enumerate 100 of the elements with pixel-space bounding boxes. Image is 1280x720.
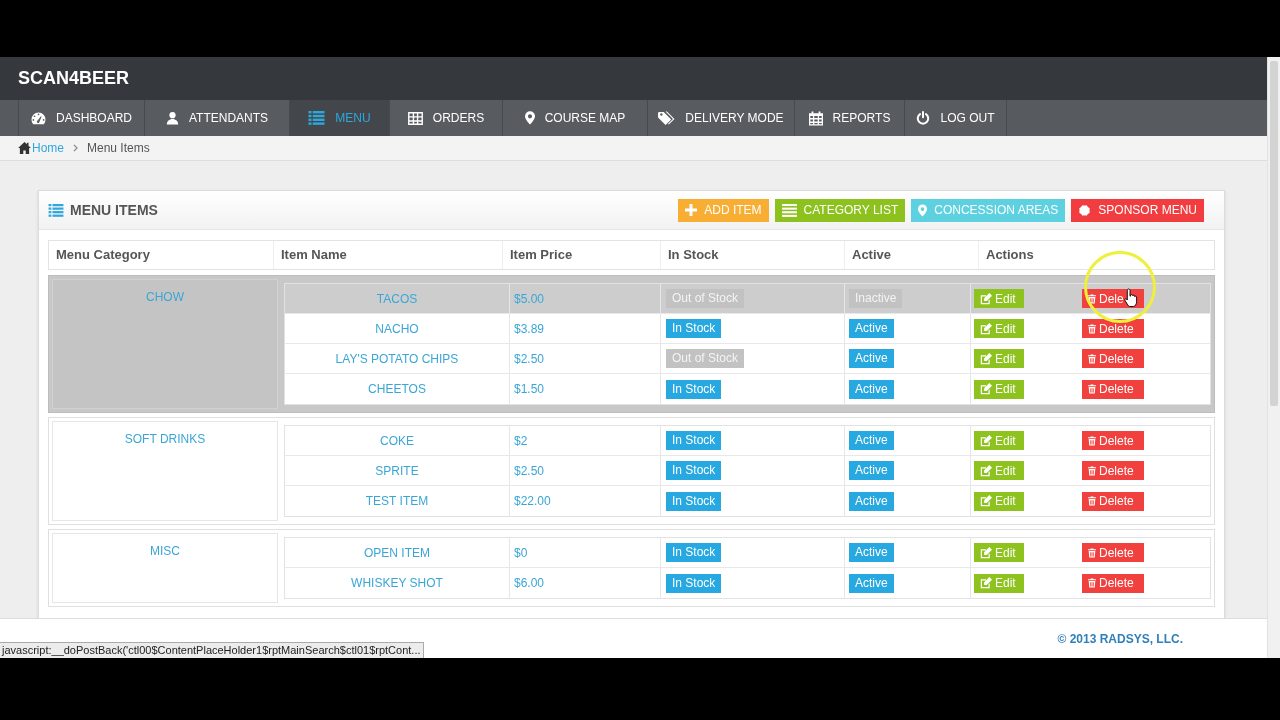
tags-icon bbox=[658, 110, 676, 126]
calendar-icon bbox=[808, 110, 823, 126]
edit-button[interactable]: Edit bbox=[974, 543, 1024, 562]
plus-icon bbox=[685, 204, 698, 216]
item-name-cell: TACOS bbox=[285, 284, 510, 313]
item-price-cell: $6.00 bbox=[510, 568, 661, 598]
edit-button[interactable]: Edit bbox=[974, 573, 1024, 593]
speedometer-icon bbox=[31, 111, 46, 125]
edit-button[interactable]: Edit bbox=[974, 461, 1024, 480]
column-header: Item Price bbox=[503, 241, 661, 269]
edit-icon bbox=[980, 577, 992, 589]
power-icon bbox=[916, 111, 931, 125]
edit-button[interactable]: Edit bbox=[974, 379, 1024, 399]
edit-icon bbox=[980, 352, 992, 365]
category-cell: CHOW bbox=[52, 279, 278, 409]
scrollbar-thumb[interactable] bbox=[1270, 61, 1278, 406]
edit-icon bbox=[980, 292, 992, 305]
column-header: Menu Category bbox=[49, 241, 274, 269]
panel-title: MENU ITEMS bbox=[70, 200, 158, 220]
category-cell: MISC bbox=[52, 533, 278, 603]
item-price-cell: $5.00 bbox=[510, 284, 661, 313]
item-price-cell: $22.00 bbox=[510, 486, 661, 516]
delete-button[interactable]: Delete bbox=[1082, 431, 1144, 450]
category-list-button[interactable]: CATEGORY LIST bbox=[774, 198, 906, 222]
map-marker-icon bbox=[918, 203, 928, 217]
column-header: Active bbox=[845, 241, 979, 269]
item-name-cell: TEST ITEM bbox=[285, 486, 510, 516]
edit-button[interactable]: Edit bbox=[974, 491, 1024, 511]
edit-icon bbox=[980, 434, 992, 447]
delete-button[interactable]: Delete bbox=[1082, 573, 1144, 593]
active-status-badge: Active bbox=[849, 543, 894, 562]
delete-button[interactable]: Delete bbox=[1082, 379, 1144, 399]
nav-tab[interactable]: MENU bbox=[290, 100, 390, 136]
stock-status-badge: In Stock bbox=[666, 491, 722, 511]
active-status-badge: Active bbox=[849, 431, 894, 450]
trash-icon bbox=[1088, 435, 1096, 446]
breadcrumb-current: Menu Items bbox=[87, 140, 150, 157]
item-name-cell: LAY'S POTATO CHIPS bbox=[285, 344, 510, 373]
rosette-icon bbox=[1078, 203, 1092, 217]
trash-icon bbox=[1088, 353, 1096, 364]
column-header: In Stock bbox=[661, 241, 845, 269]
table-grid-icon bbox=[407, 111, 423, 125]
hand-cursor-icon bbox=[1124, 288, 1139, 307]
stock-status-badge: In Stock bbox=[666, 543, 722, 562]
item-name-cell: NACHO bbox=[285, 314, 510, 343]
edit-icon bbox=[980, 322, 992, 335]
item-name-cell: COKE bbox=[285, 426, 510, 455]
active-status-badge: Active bbox=[849, 573, 894, 593]
app-title: SCAN4BEER bbox=[18, 67, 130, 90]
stock-status-badge: In Stock bbox=[666, 319, 722, 338]
sponsor-menu-button[interactable]: SPONSOR MENU bbox=[1071, 198, 1204, 222]
active-status-badge: Active bbox=[849, 349, 894, 368]
category-cell: SOFT DRINKS bbox=[52, 421, 278, 521]
item-price-cell: $2.50 bbox=[510, 344, 661, 373]
edit-icon bbox=[980, 546, 992, 559]
column-header: Actions bbox=[985, 246, 1035, 265]
active-status-badge: Active bbox=[849, 319, 894, 338]
home-link[interactable]: Home bbox=[18, 139, 64, 157]
map-marker-icon bbox=[524, 111, 535, 125]
trash-icon bbox=[1088, 578, 1096, 588]
item-price-cell: $1.50 bbox=[510, 374, 661, 404]
active-status-badge: Active bbox=[849, 379, 894, 399]
delete-button[interactable]: Delete bbox=[1082, 461, 1144, 480]
delete-button[interactable]: Delete bbox=[1082, 319, 1144, 338]
delete-button[interactable]: Delete bbox=[1082, 349, 1144, 368]
status-url-tooltip: javascript:__doPostBack('ctl00$ContentPlaceHolder1$rptMainSearch$ctl01$rptCont... bbox=[0, 642, 424, 658]
list-icon bbox=[48, 203, 64, 217]
stock-status-badge: In Stock bbox=[666, 461, 722, 480]
edit-icon bbox=[980, 464, 992, 477]
nav-tab[interactable]: DASHBOARD bbox=[18, 100, 145, 136]
delete-button[interactable]: Delete bbox=[1082, 543, 1144, 562]
stock-status-badge: In Stock bbox=[666, 573, 722, 593]
trash-icon bbox=[1088, 496, 1096, 506]
edit-button[interactable]: Edit bbox=[974, 289, 1024, 308]
scrollbar[interactable] bbox=[1267, 57, 1280, 658]
edit-button[interactable]: Edit bbox=[974, 319, 1024, 338]
trash-icon bbox=[1088, 293, 1096, 304]
item-name-cell: WHISKEY SHOT bbox=[285, 568, 510, 598]
column-header: Item Name bbox=[274, 241, 503, 269]
edit-button[interactable]: Edit bbox=[974, 349, 1024, 368]
edit-button[interactable]: Edit bbox=[974, 431, 1024, 450]
item-price-cell: $3.89 bbox=[510, 314, 661, 343]
active-status-badge: Active bbox=[849, 491, 894, 511]
stock-status-badge: In Stock bbox=[666, 379, 722, 399]
user-icon bbox=[165, 111, 179, 125]
edit-icon bbox=[980, 383, 992, 395]
chevron-right-icon bbox=[73, 144, 78, 152]
item-price-cell: $2.50 bbox=[510, 456, 661, 485]
item-name-cell: CHEETOS bbox=[285, 374, 510, 404]
trash-icon bbox=[1088, 547, 1096, 558]
list-icon bbox=[308, 111, 326, 125]
item-price-cell: $2 bbox=[510, 426, 661, 455]
copyright-text: © 2013 RADSYS, LLC. bbox=[1057, 630, 1183, 648]
edit-icon bbox=[980, 495, 992, 507]
trash-icon bbox=[1088, 323, 1096, 334]
active-status-badge: Active bbox=[849, 461, 894, 480]
item-price-cell: $0 bbox=[510, 538, 661, 567]
delete-button[interactable]: Delete bbox=[1082, 491, 1144, 511]
item-name-cell: OPEN ITEM bbox=[285, 538, 510, 567]
stock-status-badge: In Stock bbox=[666, 431, 722, 450]
